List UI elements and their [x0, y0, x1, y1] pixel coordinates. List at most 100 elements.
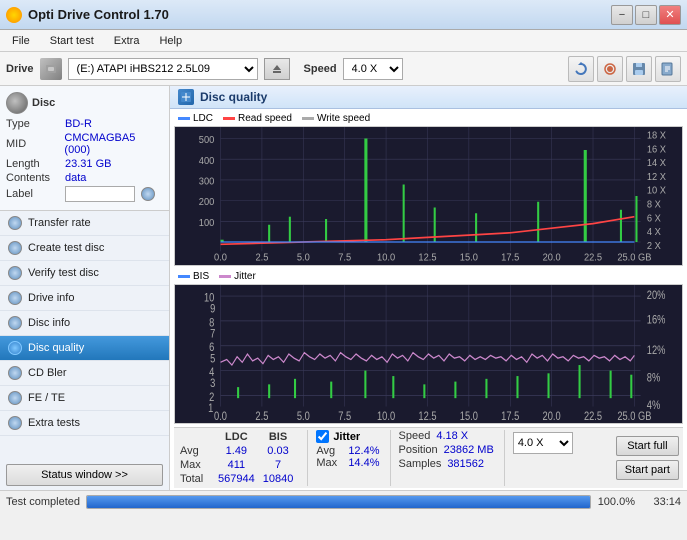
svg-text:22.5: 22.5 [584, 410, 602, 423]
disc-length-value: 23.31 GB [65, 158, 111, 170]
legend-write-speed: Write speed [302, 113, 370, 124]
dq-title: Disc quality [200, 90, 267, 104]
settings-icon-btn[interactable] [597, 56, 623, 82]
eject-button[interactable] [264, 58, 290, 80]
close-button[interactable]: ✕ [659, 5, 681, 25]
nav-dot-transfer-rate [8, 216, 22, 230]
svg-text:1: 1 [208, 402, 213, 416]
legend-jitter-label: Jitter [234, 271, 256, 282]
sidebar-item-drive-info[interactable]: Drive info [0, 286, 169, 311]
sidebar-item-verify-test-disc[interactable]: Verify test disc [0, 261, 169, 286]
menu-extra[interactable]: Extra [106, 33, 148, 49]
sidebar-label-verify-test: Verify test disc [28, 267, 99, 279]
nav-dot-drive-info [8, 291, 22, 305]
svg-text:7: 7 [210, 327, 215, 341]
sidebar-item-disc-quality[interactable]: Disc quality [0, 336, 169, 361]
refresh-icon-btn[interactable] [568, 56, 594, 82]
svg-text:15.0: 15.0 [460, 252, 479, 264]
svg-text:300: 300 [199, 176, 215, 188]
svg-text:100: 100 [199, 217, 215, 229]
start-full-button[interactable]: Start full [616, 436, 679, 456]
speed-select[interactable]: 4.0 X [343, 58, 403, 80]
svg-text:6 X: 6 X [647, 213, 661, 225]
svg-text:7.5: 7.5 [338, 410, 351, 423]
svg-text:2.5: 2.5 [255, 252, 268, 264]
main-content: Disc Type BD-R MID CMCMAGBA5 (000) Lengt… [0, 86, 687, 490]
svg-text:5: 5 [210, 352, 215, 366]
sidebar-item-cd-bler[interactable]: CD Bler [0, 361, 169, 386]
menu-file[interactable]: File [4, 33, 38, 49]
jitter-max-label: Max [316, 457, 344, 469]
samples-label: Samples [399, 458, 442, 470]
legend-ldc: LDC [178, 113, 213, 124]
save-icon-btn[interactable] [626, 56, 652, 82]
svg-text:20.0: 20.0 [543, 410, 561, 423]
title-bar-left: Opti Drive Control 1.70 [6, 7, 169, 23]
disc-type-label: Type [6, 118, 61, 130]
svg-text:7.5: 7.5 [338, 252, 351, 264]
sidebar-item-create-test-disc[interactable]: Create test disc [0, 236, 169, 261]
progress-bar-fill [87, 496, 590, 508]
jitter-avg-row: Avg 12.4% [316, 445, 379, 457]
svg-text:8 X: 8 X [647, 199, 661, 211]
status-window-button[interactable]: Status window >> [6, 464, 163, 486]
chart1-legend: LDC Read speed Write speed [174, 111, 683, 126]
svg-text:10 X: 10 X [647, 185, 667, 197]
svg-text:500: 500 [199, 135, 215, 147]
sidebar-label-cd-bler: CD Bler [28, 367, 67, 379]
samples-value: 381562 [447, 458, 484, 470]
jitter-section: Jitter Avg 12.4% Max 14.4% [307, 430, 379, 486]
sidebar-item-transfer-rate[interactable]: Transfer rate [0, 211, 169, 236]
svg-text:0.0: 0.0 [214, 410, 227, 423]
start-part-button[interactable]: Start part [616, 460, 679, 480]
svg-text:14 X: 14 X [647, 158, 667, 170]
sidebar-item-disc-info[interactable]: Disc info [0, 311, 169, 336]
position-label: Position [399, 444, 438, 456]
menu-help[interactable]: Help [151, 33, 190, 49]
svg-text:20.0: 20.0 [543, 252, 562, 264]
svg-text:0.0: 0.0 [214, 252, 227, 264]
disc-mid-row: MID CMCMAGBA5 (000) [6, 132, 163, 156]
charts-area: LDC Read speed Write speed [170, 109, 687, 490]
sidebar-label-disc-quality: Disc quality [28, 342, 84, 354]
stats-total-ldc: 567944 [214, 472, 259, 486]
test-completed-text: Test completed [6, 496, 80, 508]
nav-dot-cd-bler [8, 366, 22, 380]
stats-avg-bis: 0.03 [259, 444, 298, 458]
disc-label-input[interactable] [65, 186, 135, 202]
app-icon [6, 7, 22, 23]
sidebar-item-extra-tests[interactable]: Extra tests [0, 411, 169, 436]
legend-read-speed-color [223, 117, 235, 120]
menu-start-test[interactable]: Start test [42, 33, 102, 49]
svg-text:4 X: 4 X [647, 227, 661, 239]
svg-text:17.5: 17.5 [501, 252, 520, 264]
svg-text:16 X: 16 X [647, 144, 667, 156]
nav-dot-fe-te [8, 391, 22, 405]
export-icon-btn[interactable] [655, 56, 681, 82]
svg-text:20%: 20% [647, 289, 666, 303]
maximize-button[interactable]: □ [635, 5, 657, 25]
jitter-checkbox[interactable] [316, 430, 329, 443]
legend-write-speed-color [302, 117, 314, 120]
legend-read-speed: Read speed [223, 113, 292, 124]
disc-type-value: BD-R [65, 118, 92, 130]
stats-avg-label: Avg [178, 444, 214, 458]
stats-max-bis: 7 [259, 458, 298, 472]
svg-text:25.0 GB: 25.0 GB [617, 252, 652, 264]
sidebar-label-create-test: Create test disc [28, 242, 104, 254]
disc-type-row: Type BD-R [6, 118, 163, 130]
disc-contents-row: Contents data [6, 172, 163, 184]
minimize-button[interactable]: − [611, 5, 633, 25]
nav-dot-disc-info [8, 316, 22, 330]
svg-text:18 X: 18 X [647, 130, 667, 142]
svg-text:22.5: 22.5 [584, 252, 603, 264]
sidebar-item-fe-te[interactable]: FE / TE [0, 386, 169, 411]
jitter-avg-label: Avg [316, 445, 344, 457]
drive-select[interactable]: (E:) ATAPI iHBS212 2.5L09 [68, 58, 258, 80]
speed-value: 4.18 X [436, 430, 468, 442]
svg-text:16%: 16% [647, 313, 666, 327]
sidebar-label-drive-info: Drive info [28, 292, 74, 304]
speed-select-stats[interactable]: 4.0 X [513, 432, 573, 454]
stats-max-label: Max [178, 458, 214, 472]
stats-avg-ldc: 1.49 [214, 444, 259, 458]
